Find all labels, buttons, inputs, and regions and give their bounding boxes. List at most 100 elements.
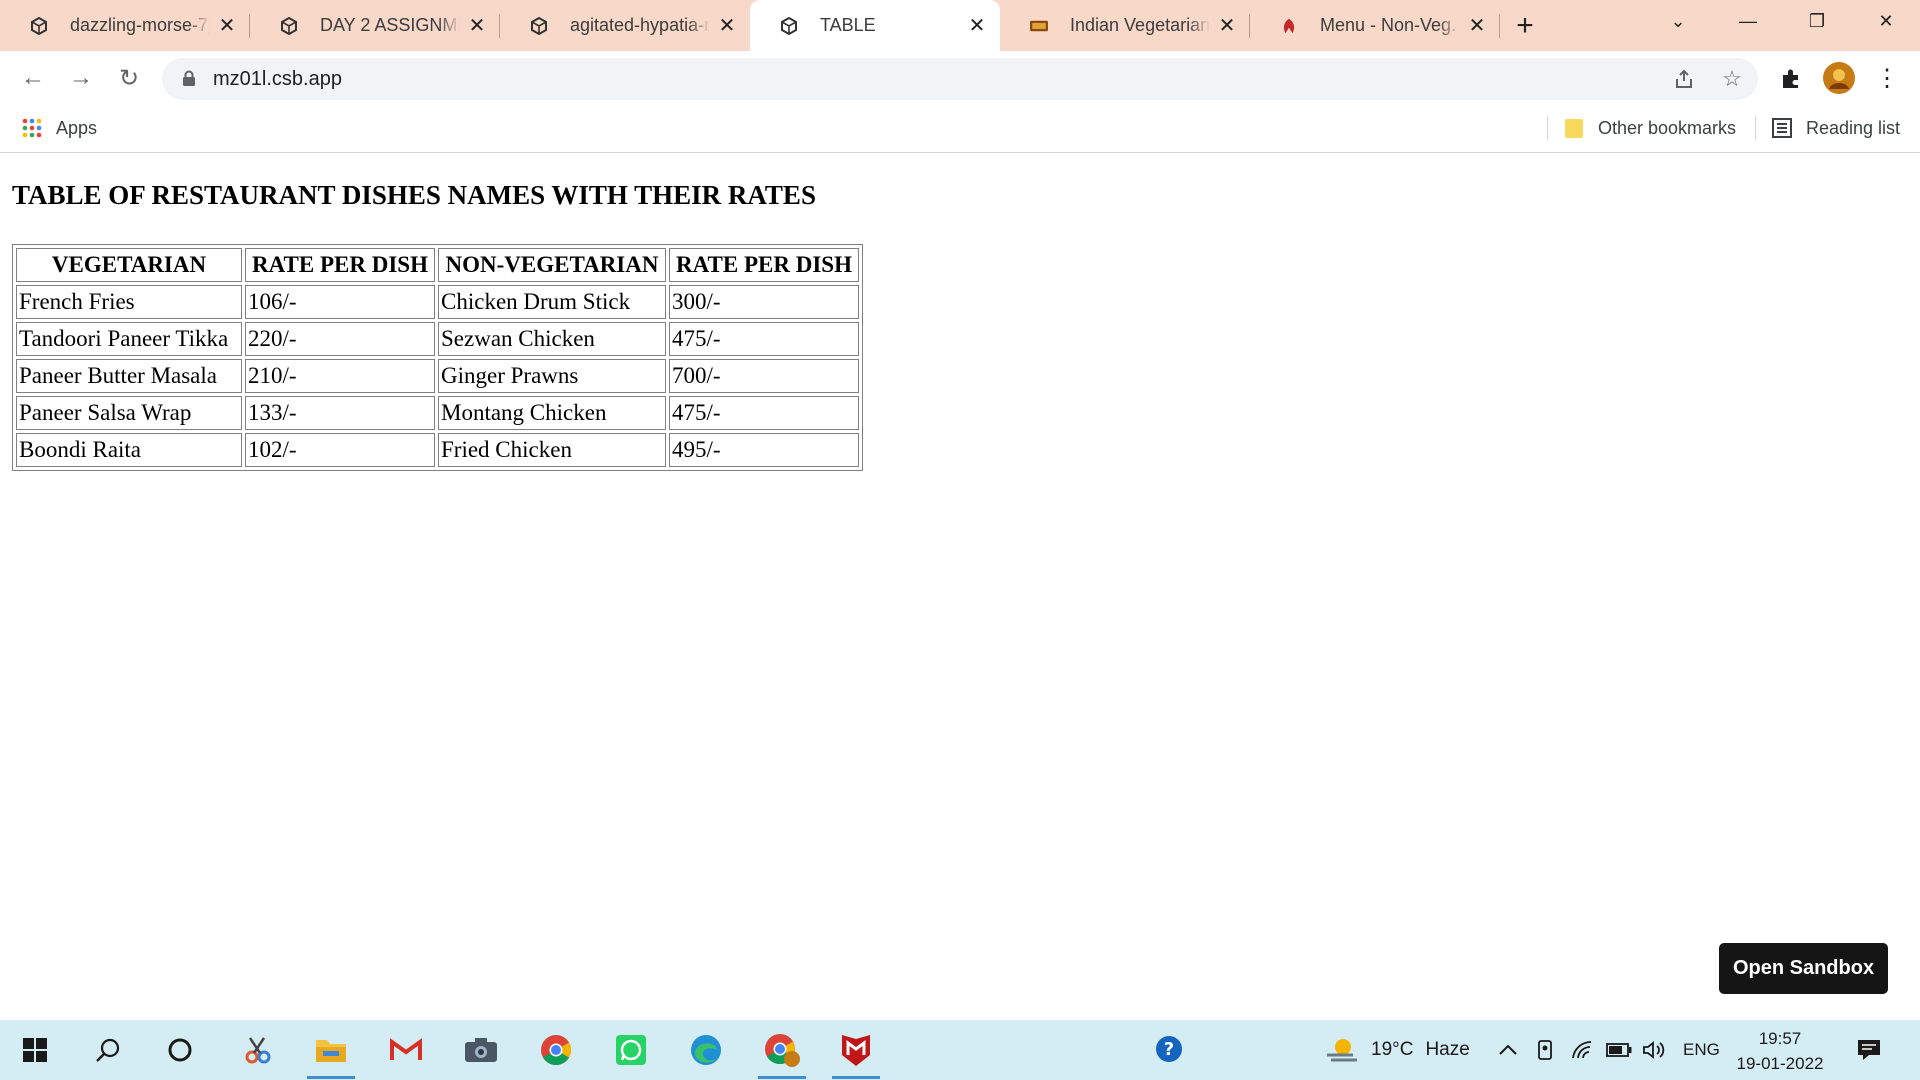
whatsapp-icon[interactable] xyxy=(601,1020,661,1080)
dishes-rates-table: VEGETARIAN RATE PER DISH NON-VEGETARIAN … xyxy=(12,244,863,471)
new-tab-button[interactable]: + xyxy=(1500,0,1550,51)
tab-title: Menu - Non-Veg. D xyxy=(1320,15,1460,35)
chrome-profile-icon[interactable] xyxy=(752,1020,812,1080)
back-button[interactable]: ← xyxy=(16,61,50,95)
start-button[interactable] xyxy=(5,1020,65,1080)
bookmarks-bar: Apps Other bookmarks Reading list xyxy=(0,105,1920,153)
page-heading: TABLE OF RESTAURANT DISHES NAMES WITH TH… xyxy=(12,180,816,210)
weather-condition: Haze xyxy=(1425,1039,1470,1060)
forward-button[interactable]: → xyxy=(64,61,98,95)
address-bar[interactable]: mz01l.csb.app ☆ xyxy=(162,58,1758,100)
tab-day2-assignment[interactable]: DAY 2 ASSIGNMENT ✕ xyxy=(250,0,500,51)
snipping-tool-icon[interactable] xyxy=(227,1020,287,1080)
bookmark-other-bookmarks[interactable]: Other bookmarks xyxy=(1564,105,1736,151)
codesandbox-icon xyxy=(280,16,298,35)
bookmark-apps[interactable]: Apps xyxy=(22,105,97,151)
tab-strip: dazzling-morse-7jji ✕ DAY 2 ASSIGNMENT ✕… xyxy=(0,0,1920,51)
profile-avatar[interactable] xyxy=(1822,61,1856,95)
open-sandbox-button[interactable]: Open Sandbox xyxy=(1719,943,1888,994)
meet-now-icon[interactable] xyxy=(1535,1020,1557,1080)
close-icon[interactable]: ✕ xyxy=(716,15,738,37)
battery-icon[interactable] xyxy=(1606,1020,1632,1080)
table-cell: Paneer Butter Masala xyxy=(16,359,242,393)
table-cell: 102/- xyxy=(245,433,435,467)
table-row: Paneer Butter Masala 210/- Ginger Prawns… xyxy=(16,359,859,393)
tab-indian-vegetarian[interactable]: Indian Vegetarian F ✕ xyxy=(1000,0,1250,51)
share-icon[interactable] xyxy=(1672,67,1696,91)
table-cell: Sezwan Chicken xyxy=(438,322,666,356)
table-cell: Montang Chicken xyxy=(438,396,666,430)
clock[interactable]: 19:57 19-01-2022 xyxy=(1730,1026,1830,1076)
browser-toolbar: ← → ↻ mz01l.csb.app ☆ ⋮ xyxy=(0,51,1920,105)
tab-menu-non-veg[interactable]: Menu - Non-Veg. D ✕ xyxy=(1250,0,1500,51)
menu-site-icon xyxy=(1280,17,1298,35)
url-text[interactable]: mz01l.csb.app xyxy=(213,68,342,91)
table-row: Boondi Raita 102/- Fried Chicken 495/- xyxy=(16,433,859,467)
table-cell: 133/- xyxy=(245,396,435,430)
tab-title: TABLE xyxy=(820,15,876,35)
close-icon[interactable]: ✕ xyxy=(1466,15,1488,37)
file-explorer-icon[interactable] xyxy=(301,1020,361,1080)
wifi-icon[interactable] xyxy=(1571,1020,1593,1080)
table-cell: 300/- xyxy=(669,285,859,319)
windows-taskbar: ? 19°C Haze ENG 19:57 19-01-2022 xyxy=(0,1020,1920,1080)
close-window-button[interactable]: ✕ xyxy=(1854,0,1918,42)
camera-icon[interactable] xyxy=(451,1020,511,1080)
table-row: Paneer Salsa Wrap 133/- Montang Chicken … xyxy=(16,396,859,430)
table-cell: French Fries xyxy=(16,285,242,319)
table-header: VEGETARIAN xyxy=(16,248,242,282)
tab-search-icon[interactable]: ⌄ xyxy=(1646,0,1710,42)
restore-button[interactable]: ❐ xyxy=(1785,0,1849,42)
codesandbox-icon xyxy=(30,16,48,35)
language-indicator[interactable]: ENG xyxy=(1683,1020,1720,1080)
table-cell: 220/- xyxy=(245,322,435,356)
lock-icon[interactable] xyxy=(182,70,196,92)
table-cell: Boondi Raita xyxy=(16,433,242,467)
mcafee-icon[interactable] xyxy=(826,1020,886,1080)
close-icon[interactable]: ✕ xyxy=(216,15,238,37)
cortana-icon[interactable] xyxy=(150,1020,210,1080)
table-header: NON-VEGETARIAN xyxy=(438,248,666,282)
tab-table[interactable]: TABLE ✕ xyxy=(750,0,1000,51)
search-icon[interactable] xyxy=(78,1020,138,1080)
apps-grid-icon xyxy=(22,118,42,138)
chrome-icon[interactable] xyxy=(526,1020,586,1080)
show-hidden-icons-icon[interactable] xyxy=(1498,1020,1518,1080)
table-cell: 475/- xyxy=(669,396,859,430)
extensions-icon[interactable] xyxy=(1774,61,1808,95)
reading-list-button[interactable]: Reading list xyxy=(1772,105,1900,151)
table-cell: 700/- xyxy=(669,359,859,393)
table-cell: Paneer Salsa Wrap xyxy=(16,396,242,430)
gmail-icon[interactable] xyxy=(376,1020,436,1080)
close-icon[interactable]: ✕ xyxy=(966,15,988,37)
weather-widget[interactable]: 19°C Haze xyxy=(1325,1020,1470,1080)
table-cell: 106/- xyxy=(245,285,435,319)
tab-title: DAY 2 ASSIGNMENT xyxy=(320,15,460,35)
tab-title: dazzling-morse-7jji xyxy=(70,15,210,35)
table-cell: Tandoori Paneer Tikka xyxy=(16,322,242,356)
bookmark-star-icon[interactable]: ☆ xyxy=(1720,66,1744,91)
table-cell: Ginger Prawns xyxy=(438,359,666,393)
volume-icon[interactable] xyxy=(1642,1020,1666,1080)
minimize-button[interactable]: — xyxy=(1716,0,1780,42)
table-header-row: VEGETARIAN RATE PER DISH NON-VEGETARIAN … xyxy=(16,248,859,282)
table-row: French Fries 106/- Chicken Drum Stick 30… xyxy=(16,285,859,319)
reload-button[interactable]: ↻ xyxy=(112,61,146,95)
reading-list-label: Reading list xyxy=(1806,117,1901,138)
codesandbox-icon xyxy=(780,16,798,35)
tab-dazzling-morse[interactable]: dazzling-morse-7jji ✕ xyxy=(0,0,250,51)
table-row: Tandoori Paneer Tikka 220/- Sezwan Chick… xyxy=(16,322,859,356)
close-icon[interactable]: ✕ xyxy=(466,15,488,37)
restaurant-icon xyxy=(1030,17,1048,35)
table-cell: 495/- xyxy=(669,433,859,467)
tab-agitated-hypatia[interactable]: agitated-hypatia-m ✕ xyxy=(500,0,750,51)
clock-time: 19:57 xyxy=(1758,1029,1802,1048)
edge-icon[interactable] xyxy=(676,1020,736,1080)
close-icon[interactable]: ✕ xyxy=(1216,15,1238,37)
help-icon[interactable]: ? xyxy=(1140,1020,1200,1080)
weather-haze-icon xyxy=(1325,1035,1359,1065)
more-menu-icon[interactable]: ⋮ xyxy=(1870,61,1904,95)
notifications-icon[interactable] xyxy=(1856,1020,1882,1080)
table-cell: 475/- xyxy=(669,322,859,356)
table-cell: Chicken Drum Stick xyxy=(438,285,666,319)
